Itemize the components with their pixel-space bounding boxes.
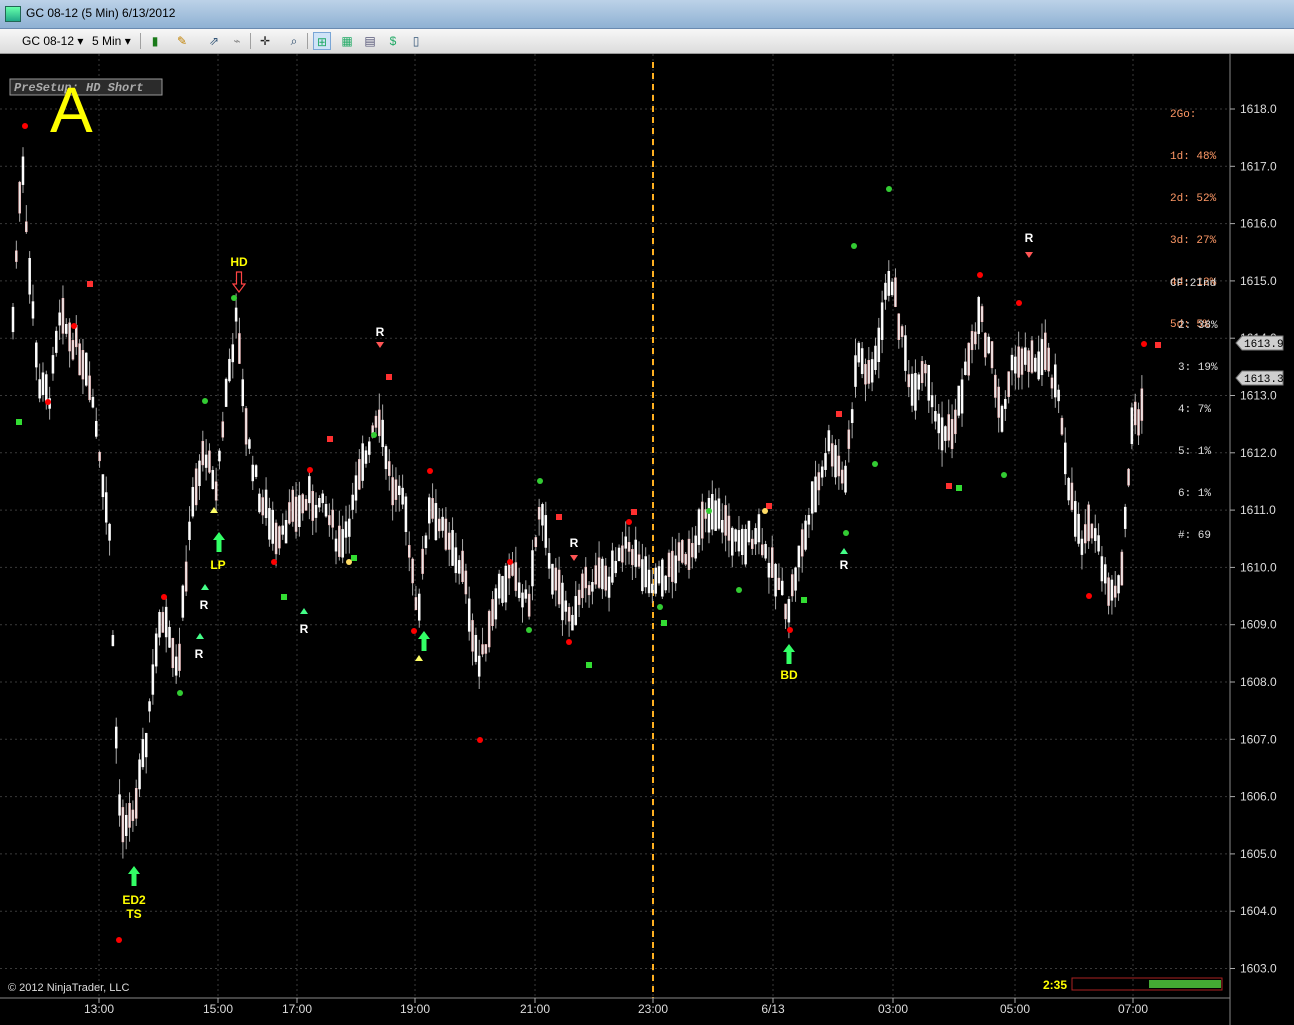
y-tick-label: 1616.0 [1240,217,1277,231]
copyright: © 2012 NinjaTrader, LLC [8,982,129,994]
stats-cf-row: 2: 38% [1178,320,1218,332]
price-chart[interactable]: HD LP ED2TS BD R R R R R R R 1618.0 1617.0 1616.0 161… [0,54,1294,1025]
crosshair-icon[interactable]: ✛ [256,32,274,50]
stats-2go-header: 2Go: [1170,109,1197,121]
zoom-icon[interactable]: ⌕ [285,32,303,50]
properties-icon[interactable]: ▤ [361,32,379,50]
draw-tool-icon[interactable]: ✎ [173,32,191,50]
r-label: R [300,622,309,636]
stats-cf-header: CF:2Ind [1170,278,1217,290]
ed2-label: ED2 [122,893,146,907]
price-tag-last: 1613.9 [1235,335,1284,351]
y-tick-label: 1615.0 [1240,274,1277,288]
indicators-icon[interactable]: ⊞ [313,32,331,50]
r-label: R [195,647,204,661]
y-tick-label: 1617.0 [1240,159,1277,173]
stats-2go-row: 2d: 52% [1170,193,1217,205]
window-title: GC 08-12 (5 Min) 6/13/2012 [26,6,176,20]
bar-type-icon[interactable]: ▮ [146,32,164,50]
snap-icon[interactable]: ⇗ [205,32,223,50]
x-tick-label: 23:00 [638,1002,668,1016]
y-tick-label: 1609.0 [1240,618,1277,632]
countdown-text: 2:35 [1043,978,1067,992]
y-tick-label: 1605.0 [1240,847,1277,861]
stats-2go-row: 1d: 48% [1170,151,1217,163]
y-tick-label: 1608.0 [1240,675,1277,689]
x-tick-label: 21:00 [520,1002,550,1016]
app-icon [5,6,21,22]
x-tick-label: 07:00 [1118,1002,1148,1016]
stats-cf-row: #: 69 [1178,530,1212,542]
chart-toolbar: GC 08-12 ▾ 5 Min ▾ ▮ ✎ ⇗ ⌁ ✛ ⌕ ⊞ ▦ ▤ $ ▯ [0,29,1294,54]
chevron-down-icon: ▾ [124,34,131,48]
y-tick-label: 1613.0 [1240,389,1277,403]
x-tick-label: 13:00 [84,1002,114,1016]
y-tick-label: 1606.0 [1240,790,1277,804]
stats-2go-row: 3d: 27% [1170,235,1217,247]
y-tick-label: 1603.0 [1240,962,1277,976]
dollar-icon[interactable]: $ [384,32,402,50]
window-titlebar: GC 08-12 (5 Min) 6/13/2012 [0,0,1294,29]
x-tick-label: 17:00 [282,1002,312,1016]
y-tick-label: 1612.0 [1240,446,1277,460]
strategies-icon[interactable]: ▦ [338,32,356,50]
data-box-icon[interactable]: ▯ [407,32,425,50]
x-tick-label: 15:00 [203,1002,233,1016]
instrument-selector[interactable]: GC 08-12 ▾ [22,32,83,50]
interval-label: 5 Min [92,34,122,48]
ts-label: TS [126,907,141,921]
r-label: R [376,325,385,339]
y-tick-label: 1618.0 [1240,102,1277,116]
stats-cf-row: 6: 1% [1178,488,1212,500]
hd-label: HD [230,255,248,269]
stats-cf-row: 4: 7% [1178,404,1212,416]
r-label: R [1025,231,1034,245]
y-tick-label: 1611.0 [1240,503,1276,517]
stats-cf-panel: CF:2Ind 2: 38% 3: 19% 4: 7% 5: 1% 6: 1% … [1170,249,1218,557]
chevron-down-icon: ▾ [77,34,84,48]
stats-cf-row: 3: 19% [1178,362,1218,374]
big-letter: A [50,74,93,146]
x-tick-label: 19:00 [400,1002,430,1016]
stay-drawing-icon[interactable]: ⌁ [228,32,246,50]
bd-label: BD [780,668,798,682]
instrument-label: GC 08-12 [22,34,75,48]
interval-selector[interactable]: 5 Min ▾ [92,32,131,50]
stats-cf-row: 5: 1% [1178,446,1212,458]
y-tick-label: 1607.0 [1240,732,1277,746]
y-tick-label: 1604.0 [1240,904,1277,918]
x-tick-label: 03:00 [878,1002,908,1016]
x-tick-label: 6/13 [761,1002,785,1016]
r-label: R [570,536,579,550]
svg-text:1613.3: 1613.3 [1244,374,1284,386]
svg-text:1613.9: 1613.9 [1244,339,1284,351]
price-tag-current: 1613.3 [1235,370,1284,386]
r-label: R [200,598,209,612]
r-label: R [840,558,849,572]
x-tick-label: 05:00 [1000,1002,1030,1016]
lp-label: LP [210,558,225,572]
y-tick-label: 1610.0 [1240,560,1277,574]
